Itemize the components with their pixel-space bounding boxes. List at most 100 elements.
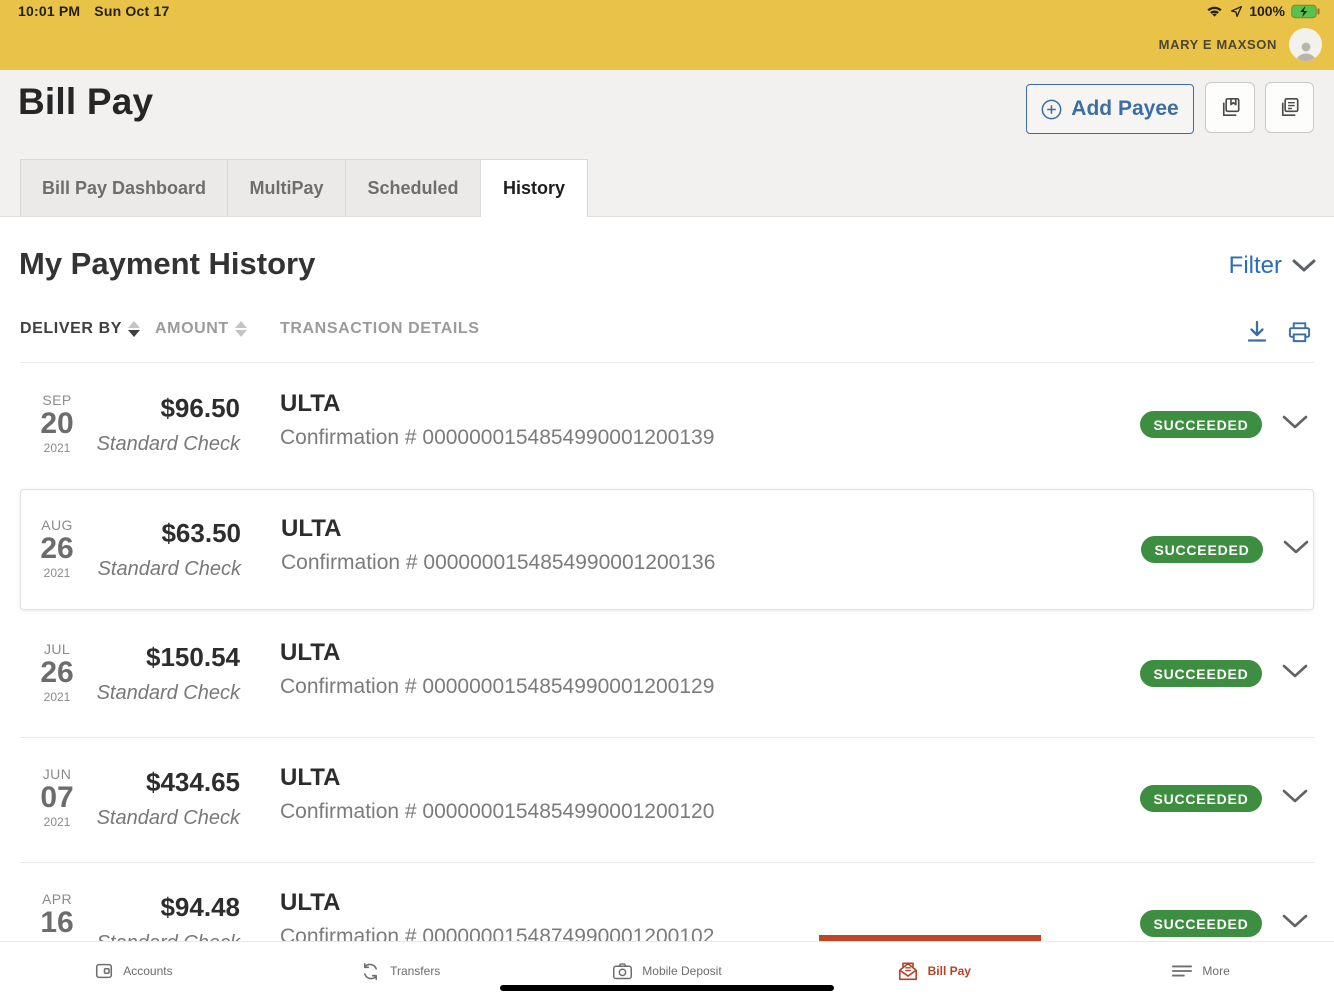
chevron-down-icon[interactable] [1282, 914, 1308, 929]
nav-mobile-deposit-label: Mobile Deposit [642, 964, 721, 978]
status-badge: SUCCEEDED [1140, 910, 1262, 937]
add-payee-button[interactable]: Add Payee [1026, 84, 1194, 134]
status-badge: SUCCEEDED [1140, 411, 1262, 438]
deliver-date: AUG 26 2021 [28, 517, 86, 580]
payment-row-selected[interactable]: AUG 26 2021 $63.50 Standard Check ULTA C… [20, 489, 1314, 610]
status-bar: 10:01 PM Sun Oct 17 100% MARY E MAXSON [0, 0, 1334, 70]
nav-more[interactable]: More [1067, 942, 1334, 1000]
deliver-date: SEP 20 2021 [28, 392, 86, 455]
nav-accounts[interactable]: Accounts [0, 942, 267, 1000]
payment-method: Standard Check [81, 558, 241, 581]
amount: $63.50 [81, 518, 241, 549]
payee-name: ULTA [280, 764, 714, 792]
wallet-icon [94, 961, 114, 981]
payment-method: Standard Check [80, 433, 240, 456]
nav-accounts-label: Accounts [123, 964, 172, 978]
section-title: My Payment History [19, 246, 315, 282]
print-icon[interactable] [1287, 320, 1312, 344]
status-time-date: 10:01 PM Sun Oct 17 [18, 3, 183, 19]
home-indicator[interactable] [500, 985, 834, 991]
amount: $150.54 [80, 642, 240, 673]
payee-name: ULTA [281, 515, 715, 543]
status-badge: SUCCEEDED [1141, 536, 1263, 563]
filter-label: Filter [1229, 252, 1282, 280]
camera-icon [612, 962, 633, 981]
history-panel: My Payment History Filter DELIVER BY AMO… [0, 218, 1334, 1000]
amount-block: $96.50 Standard Check [80, 393, 240, 456]
payment-method: Standard Check [80, 682, 240, 705]
transaction-details: ULTA Confirmation # 00000001548749900012… [280, 889, 714, 949]
nav-bill-pay-label: Bill Pay [928, 964, 971, 978]
chevron-down-icon [1292, 259, 1316, 273]
payment-row[interactable]: SEP 20 2021 $96.50 Standard Check ULTA C… [20, 363, 1314, 488]
payee-name: ULTA [280, 639, 714, 667]
stacked-documents-icon [1276, 94, 1303, 121]
confirmation-number: Confirmation # 0000000154854990001200136 [281, 551, 715, 575]
wifi-icon [1205, 4, 1224, 19]
transaction-details: ULTA Confirmation # 00000001548549900012… [281, 515, 715, 575]
deliver-date: JUN 07 2021 [28, 766, 86, 829]
amount-block: $434.65 Standard Check [80, 767, 240, 830]
add-payee-label: Add Payee [1071, 97, 1178, 121]
payment-method: Standard Check [80, 807, 240, 830]
page-header: Bill Pay Add Payee Bill Pay Dashboard Mu… [0, 70, 1334, 217]
download-icon[interactable] [1246, 320, 1268, 344]
confirmation-number: Confirmation # 0000000154854990001200120 [280, 800, 714, 824]
status-time: 10:01 PM [18, 3, 80, 19]
nav-bill-pay[interactable]: Bill Pay [800, 942, 1067, 1000]
payment-row[interactable]: JUN 07 2021 $434.65 Standard Check ULTA … [20, 737, 1314, 862]
column-amount[interactable]: AMOUNT [155, 320, 247, 338]
amount-block: $63.50 Standard Check [81, 518, 241, 581]
status-date: Sun Oct 17 [94, 3, 169, 19]
payment-row[interactable]: JUL 26 2021 $150.54 Standard Check ULTA … [20, 612, 1314, 737]
tab-bar: Bill Pay Dashboard MultiPay Scheduled Hi… [20, 159, 588, 216]
status-badge: SUCCEEDED [1140, 660, 1262, 687]
chevron-down-icon[interactable] [1283, 540, 1309, 555]
transfer-arrows-icon [360, 961, 381, 982]
status-badge: SUCCEEDED [1140, 785, 1262, 812]
column-amount-label: AMOUNT [155, 320, 229, 338]
saved-payees-button[interactable] [1205, 82, 1255, 133]
page-title: Bill Pay [18, 81, 153, 123]
tab-scheduled[interactable]: Scheduled [345, 159, 481, 216]
chevron-down-icon[interactable] [1282, 415, 1308, 430]
confirmation-number: Confirmation # 0000000154854990001200129 [280, 675, 714, 699]
active-tab-indicator [819, 935, 1041, 941]
avatar[interactable] [1289, 28, 1322, 61]
tab-bill-pay-dashboard[interactable]: Bill Pay Dashboard [20, 159, 228, 216]
payee-name: ULTA [280, 889, 714, 917]
transaction-details: ULTA Confirmation # 00000001548549900012… [280, 764, 714, 824]
plus-circle-icon [1041, 99, 1062, 120]
deliver-date: JUL 26 2021 [28, 641, 86, 704]
column-header-row: DELIVER BY AMOUNT TRANSACTION DETAILS [0, 320, 1334, 350]
column-transaction-details: TRANSACTION DETAILS [280, 320, 480, 338]
sort-icon-deliver-by [128, 321, 140, 337]
amount: $94.48 [80, 892, 240, 923]
nav-transfers[interactable]: Transfers [267, 942, 534, 1000]
confirmation-number: Confirmation # 0000000154854990001200139 [280, 426, 714, 450]
amount: $96.50 [80, 393, 240, 424]
more-lines-icon [1171, 963, 1193, 979]
tab-multipay[interactable]: MultiPay [227, 159, 346, 216]
nav-transfers-label: Transfers [390, 964, 440, 978]
bill-envelope-icon [897, 961, 919, 982]
tab-history[interactable]: History [480, 159, 588, 217]
chevron-down-icon[interactable] [1282, 664, 1308, 679]
amount-block: $150.54 Standard Check [80, 642, 240, 705]
amount: $434.65 [80, 767, 240, 798]
battery-charging-icon [1291, 4, 1320, 19]
payee-name: ULTA [280, 390, 714, 418]
chevron-down-icon[interactable] [1282, 789, 1308, 804]
nav-mobile-deposit[interactable]: Mobile Deposit [534, 942, 801, 1000]
battery-percent: 100% [1249, 3, 1285, 19]
column-deliver-by[interactable]: DELIVER BY [20, 320, 140, 338]
filter-button[interactable]: Filter [1229, 252, 1316, 280]
user-name: MARY E MAXSON [1159, 37, 1277, 52]
bottom-nav: Accounts Transfers Mobile Deposit [0, 941, 1334, 1000]
nav-more-label: More [1202, 964, 1229, 978]
documents-button[interactable] [1265, 82, 1314, 133]
transaction-details: ULTA Confirmation # 00000001548549900012… [280, 639, 714, 699]
location-icon [1230, 5, 1243, 18]
sort-icon-amount [235, 321, 247, 337]
bookmark-pages-icon [1217, 94, 1244, 121]
